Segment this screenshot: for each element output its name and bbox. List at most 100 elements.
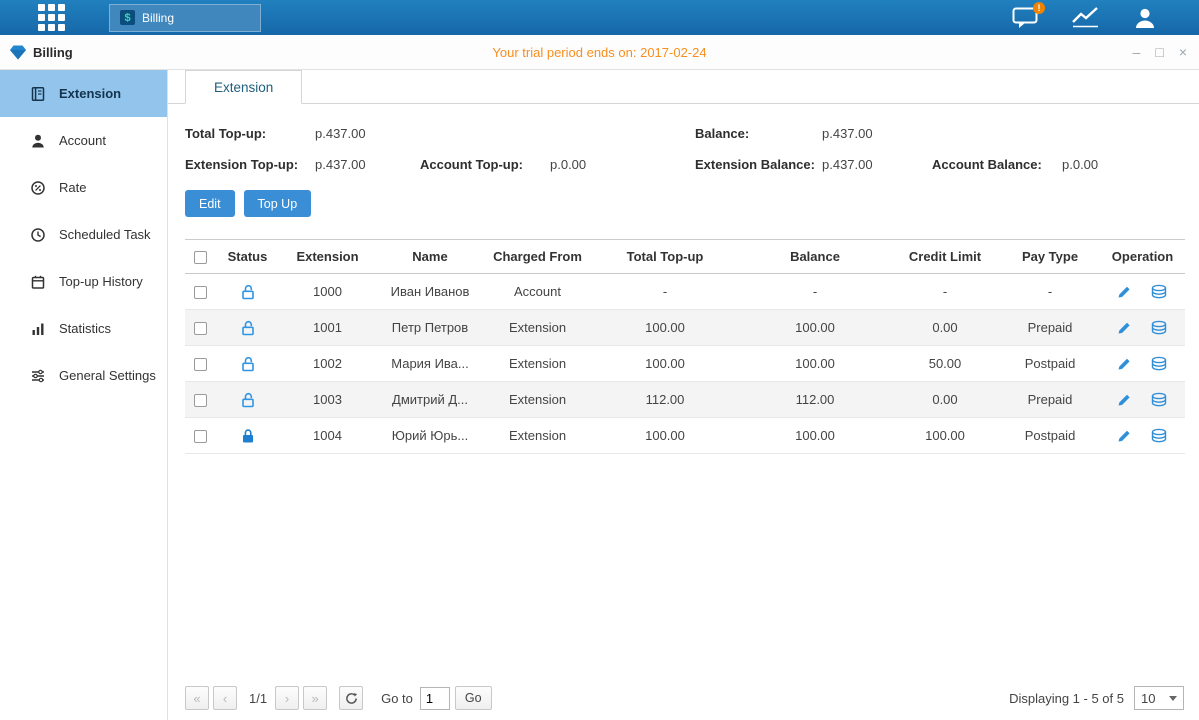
table-row: 1003 Дмитрий Д... Extension 112.00 112.0… xyxy=(185,382,1185,418)
pagination-bar: « ‹ 1/1 › » Go to Go Displaying 1 - 5 of… xyxy=(185,686,1184,710)
action-buttons: Edit Top Up xyxy=(185,190,1186,217)
row-checkbox[interactable] xyxy=(194,286,207,299)
cell-name: Мария Ива... xyxy=(375,346,485,382)
lock-closed-icon[interactable] xyxy=(240,428,256,444)
sidebar-item-label: Rate xyxy=(59,180,86,195)
edit-row-icon[interactable] xyxy=(1117,320,1132,335)
balance-label: Balance: xyxy=(695,126,822,141)
statistics-chart-icon[interactable] xyxy=(1072,7,1099,28)
next-page-button[interactable]: › xyxy=(275,686,299,710)
tab-extension[interactable]: Extension xyxy=(185,70,302,104)
cell-credit-limit: 0.00 xyxy=(890,382,1000,418)
page-size-select[interactable]: 10 xyxy=(1134,686,1184,710)
cell-total-topup: 100.00 xyxy=(590,310,740,346)
col-total-topup: Total Top-up xyxy=(590,240,740,274)
prev-page-button[interactable]: ‹ xyxy=(213,686,237,710)
cell-charged-from: Extension xyxy=(485,382,590,418)
account-topup-label: Account Top-up: xyxy=(420,157,550,172)
top-up-row-icon[interactable] xyxy=(1150,428,1168,444)
cell-balance: 100.00 xyxy=(740,418,890,454)
lock-open-icon[interactable] xyxy=(240,392,256,408)
cell-total-topup: - xyxy=(590,274,740,310)
cell-total-topup: 100.00 xyxy=(590,346,740,382)
col-balance: Balance xyxy=(740,240,890,274)
refresh-button[interactable] xyxy=(339,686,363,710)
rate-icon xyxy=(30,180,46,196)
top-up-row-icon[interactable] xyxy=(1150,356,1168,372)
sidebar: Extension Account Rate xyxy=(0,70,168,720)
maximize-button[interactable]: □ xyxy=(1155,45,1163,59)
row-checkbox[interactable] xyxy=(194,430,207,443)
col-charged-from: Charged From xyxy=(485,240,590,274)
edit-row-icon[interactable] xyxy=(1117,428,1132,443)
top-up-row-icon[interactable] xyxy=(1150,284,1168,300)
col-credit-limit: Credit Limit xyxy=(890,240,1000,274)
notifications-chat-icon[interactable]: ! xyxy=(1012,7,1038,29)
top-up-row-icon[interactable] xyxy=(1150,320,1168,336)
lock-open-icon[interactable] xyxy=(240,356,256,372)
row-checkbox[interactable] xyxy=(194,322,207,335)
tab-extension-label: Extension xyxy=(214,80,273,95)
first-page-button[interactable]: « xyxy=(185,686,209,710)
edit-row-icon[interactable] xyxy=(1117,356,1132,371)
cell-pay-type: Postpaid xyxy=(1000,418,1100,454)
displaying-text: Displaying 1 - 5 of 5 xyxy=(1009,691,1124,706)
last-page-button[interactable]: » xyxy=(303,686,327,710)
cell-name: Дмитрий Д... xyxy=(375,382,485,418)
minimize-button[interactable]: – xyxy=(1133,45,1141,59)
cell-extension: 1003 xyxy=(280,382,375,418)
sidebar-item-extension[interactable]: Extension xyxy=(0,70,167,117)
sidebar-item-general-settings[interactable]: General Settings xyxy=(0,352,167,399)
table-row: 1002 Мария Ива... Extension 100.00 100.0… xyxy=(185,346,1185,382)
balance-value: p.437.00 xyxy=(822,126,932,141)
table-row: 1004 Юрий Юрь... Extension 100.00 100.00… xyxy=(185,418,1185,454)
account-balance-value: p.0.00 xyxy=(1062,157,1098,172)
extension-icon xyxy=(30,86,46,102)
main-panel: Extension Total Top-up: p.437.00 Balance… xyxy=(168,70,1199,720)
cell-balance: 100.00 xyxy=(740,310,890,346)
cell-name: Юрий Юрь... xyxy=(375,418,485,454)
sidebar-item-topup-history[interactable]: Top-up History xyxy=(0,258,167,305)
go-button[interactable]: Go xyxy=(455,686,492,710)
select-all-checkbox[interactable] xyxy=(194,251,207,264)
cell-extension: 1002 xyxy=(280,346,375,382)
sidebar-item-account[interactable]: Account xyxy=(0,117,167,164)
statistics-icon xyxy=(30,321,46,337)
billing-dollar-icon: $ xyxy=(120,10,135,25)
cell-charged-from: Extension xyxy=(485,310,590,346)
close-button[interactable]: × xyxy=(1179,45,1187,59)
edit-row-icon[interactable] xyxy=(1117,392,1132,407)
edit-row-icon[interactable] xyxy=(1117,284,1132,299)
account-balance-label: Account Balance: xyxy=(932,157,1062,172)
titlebar: Billing Your trial period ends on: 2017-… xyxy=(0,35,1199,70)
cell-balance: 112.00 xyxy=(740,382,890,418)
cell-extension: 1000 xyxy=(280,274,375,310)
sidebar-item-statistics[interactable]: Statistics xyxy=(0,305,167,352)
billing-gem-icon xyxy=(9,44,27,61)
window-controls: – □ × xyxy=(1133,45,1187,59)
cell-extension: 1001 xyxy=(280,310,375,346)
goto-label: Go to xyxy=(381,691,413,706)
row-checkbox[interactable] xyxy=(194,358,207,371)
row-checkbox[interactable] xyxy=(194,394,207,407)
cell-pay-type: Prepaid xyxy=(1000,382,1100,418)
lock-open-icon[interactable] xyxy=(240,284,256,300)
cell-balance: - xyxy=(740,274,890,310)
sidebar-item-label: Extension xyxy=(59,86,121,101)
goto-page-input[interactable] xyxy=(420,687,450,710)
edit-button[interactable]: Edit xyxy=(185,190,235,217)
top-up-row-icon[interactable] xyxy=(1150,392,1168,408)
lock-open-icon[interactable] xyxy=(240,320,256,336)
col-status: Status xyxy=(215,240,280,274)
extension-topup-label: Extension Top-up: xyxy=(185,157,315,172)
topbar-billing-tab[interactable]: $ Billing xyxy=(109,4,261,32)
top-up-button[interactable]: Top Up xyxy=(244,190,312,217)
cell-extension: 1004 xyxy=(280,418,375,454)
sidebar-item-rate[interactable]: Rate xyxy=(0,164,167,211)
apps-grid-icon[interactable] xyxy=(38,4,65,31)
sidebar-item-scheduled-task[interactable]: Scheduled Task xyxy=(0,211,167,258)
billing-summary: Total Top-up: p.437.00 Balance: p.437.00… xyxy=(185,118,1186,180)
app-title-group: Billing xyxy=(9,44,73,61)
user-account-icon[interactable] xyxy=(1133,6,1157,30)
topup-history-icon xyxy=(30,274,46,290)
